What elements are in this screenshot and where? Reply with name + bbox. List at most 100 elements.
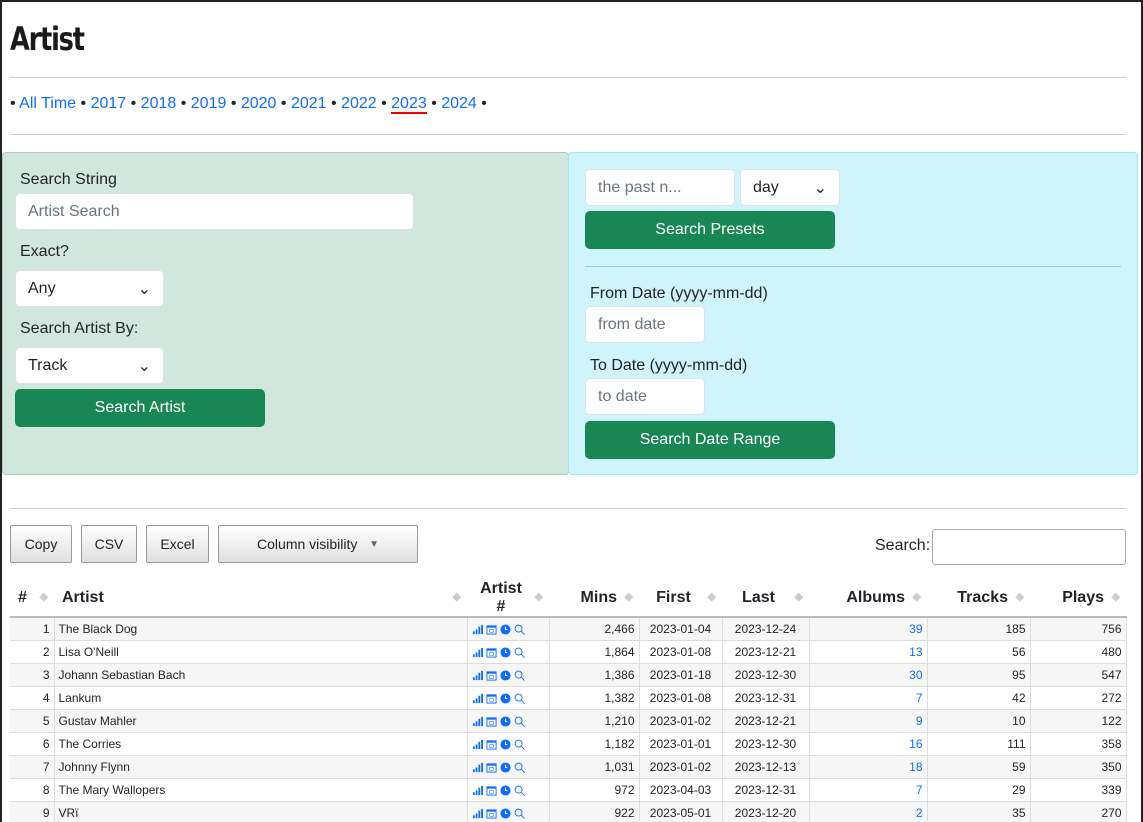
clock-icon[interactable] (499, 670, 511, 681)
albums-link[interactable]: 7 (809, 777, 928, 801)
albums-link[interactable]: 13 (809, 639, 928, 663)
search-artist-button[interactable]: Search Artist (15, 389, 265, 427)
past-n-input[interactable]: the past n... (585, 169, 735, 206)
table-row: 5 Gustav Mahler 1,210 2023-01-02 2023-12-21 9… (10, 708, 1127, 732)
tracks-cell: 95 (927, 662, 1031, 686)
bar-chart-icon[interactable] (472, 785, 483, 796)
albums-link[interactable]: 9 (809, 708, 928, 732)
from-date-input[interactable]: from date (585, 306, 705, 343)
clock-icon[interactable] (499, 808, 511, 819)
clock-icon[interactable] (499, 785, 511, 796)
year-link-2021[interactable]: 2021 (291, 95, 327, 112)
column-visibility-button[interactable]: Column visibility ▼ (218, 525, 418, 563)
artist-search-input[interactable]: Artist Search (15, 193, 414, 230)
year-link-2019[interactable]: 2019 (191, 95, 227, 112)
clock-icon[interactable] (499, 716, 511, 727)
artist-actions-cell (467, 777, 550, 801)
column-header-3[interactable]: Mins ◆ (549, 580, 639, 618)
table-row: 3 Johann Sebastian Bach 1,386 2023-01-18 202… (10, 662, 1127, 686)
bar-chart-icon[interactable] (472, 808, 483, 819)
column-header-8[interactable]: Plays ◆ (1030, 580, 1126, 618)
bar-chart-icon[interactable] (472, 624, 483, 635)
calendar-icon[interactable] (485, 762, 497, 773)
albums-link[interactable]: 7 (809, 685, 928, 709)
search-date-range-button[interactable]: Search Date Range (585, 421, 835, 459)
table-row: 7 Johnny Flynn 1,031 2023-01-02 2023-12-13 18… (10, 754, 1127, 778)
bar-chart-icon[interactable] (472, 762, 483, 773)
table-search-input[interactable] (932, 529, 1126, 565)
search-icon[interactable] (514, 808, 525, 819)
calendar-icon[interactable] (485, 808, 497, 819)
search-icon[interactable] (514, 624, 525, 635)
calendar-icon[interactable] (485, 624, 497, 635)
search-icon[interactable] (514, 762, 525, 773)
artist-cell: Johann Sebastian Bach (54, 662, 468, 686)
albums-link[interactable]: 16 (809, 731, 928, 755)
search-icon[interactable] (514, 739, 525, 750)
first-cell: 2023-01-18 (639, 662, 723, 686)
search-icon[interactable] (514, 716, 525, 727)
artist-cell: Johnny Flynn (54, 754, 468, 778)
search-icon[interactable] (514, 693, 525, 704)
albums-link[interactable]: 18 (809, 754, 928, 778)
year-link-2023[interactable]: 2023 (391, 95, 427, 114)
column-header-5[interactable]: Last ◆ (722, 580, 809, 618)
bar-chart-icon[interactable] (472, 670, 483, 681)
last-cell: 2023-12-13 (722, 754, 810, 778)
excel-button[interactable]: Excel (146, 525, 209, 563)
column-header-6[interactable]: Albums ◆ (809, 580, 927, 618)
date-search-panel: the past n... day ⌄ Search Presets From D… (568, 152, 1138, 475)
mins-cell: 1,210 (549, 708, 640, 732)
search-by-label: Search Artist By: (20, 320, 139, 337)
header-label: Artist # (480, 580, 522, 615)
copy-button[interactable]: Copy (10, 525, 72, 563)
search-icon[interactable] (514, 785, 525, 796)
search-icon[interactable] (514, 670, 525, 681)
plays-cell: 122 (1030, 708, 1127, 732)
column-header-7[interactable]: Tracks ◆ (927, 580, 1030, 618)
sort-icon: ◆ (707, 591, 716, 603)
bar-chart-icon[interactable] (472, 693, 483, 704)
header-label: # (18, 589, 27, 606)
calendar-icon[interactable] (485, 693, 497, 704)
unit-select[interactable]: day ⌄ (740, 169, 840, 206)
exact-select[interactable]: Any ⌄ (15, 270, 164, 307)
csv-button[interactable]: CSV (81, 525, 137, 563)
rank-cell: 5 (10, 708, 55, 732)
search-by-select[interactable]: Track ⌄ (15, 347, 164, 384)
bar-chart-icon[interactable] (472, 647, 483, 658)
year-link-2022[interactable]: 2022 (341, 95, 377, 112)
to-date-input[interactable]: to date (585, 378, 705, 415)
calendar-icon[interactable] (485, 785, 497, 796)
bar-chart-icon[interactable] (472, 739, 483, 750)
artist-actions-cell (467, 639, 550, 663)
header-label: Tracks (957, 589, 1008, 606)
year-link-2020[interactable]: 2020 (241, 95, 277, 112)
bar-chart-icon[interactable] (472, 716, 483, 727)
column-header-1[interactable]: Artist ◆ (54, 580, 467, 618)
albums-link[interactable]: 39 (809, 616, 928, 640)
calendar-icon[interactable] (485, 670, 497, 681)
search-icon[interactable] (514, 647, 525, 658)
search-presets-button[interactable]: Search Presets (585, 211, 835, 249)
calendar-icon[interactable] (485, 716, 497, 727)
year-link-2018[interactable]: 2018 (141, 95, 177, 112)
first-cell: 2023-01-01 (639, 731, 723, 755)
year-link-2017[interactable]: 2017 (91, 95, 127, 112)
column-header-4[interactable]: First ◆ (639, 580, 722, 618)
clock-icon[interactable] (499, 693, 511, 704)
mins-cell: 922 (549, 800, 640, 822)
calendar-icon[interactable] (485, 647, 497, 658)
column-header-2[interactable]: Artist # ◆ (467, 580, 549, 618)
year-link-all-time[interactable]: All Time (19, 95, 76, 112)
header-label: Artist (62, 589, 104, 606)
clock-icon[interactable] (499, 647, 511, 658)
albums-link[interactable]: 30 (809, 662, 928, 686)
year-link-2024[interactable]: 2024 (441, 95, 477, 112)
clock-icon[interactable] (499, 739, 511, 750)
column-header-0[interactable]: # ◆ (10, 580, 54, 618)
clock-icon[interactable] (499, 762, 511, 773)
clock-icon[interactable] (499, 624, 511, 635)
albums-link[interactable]: 2 (809, 800, 928, 822)
calendar-icon[interactable] (485, 739, 497, 750)
